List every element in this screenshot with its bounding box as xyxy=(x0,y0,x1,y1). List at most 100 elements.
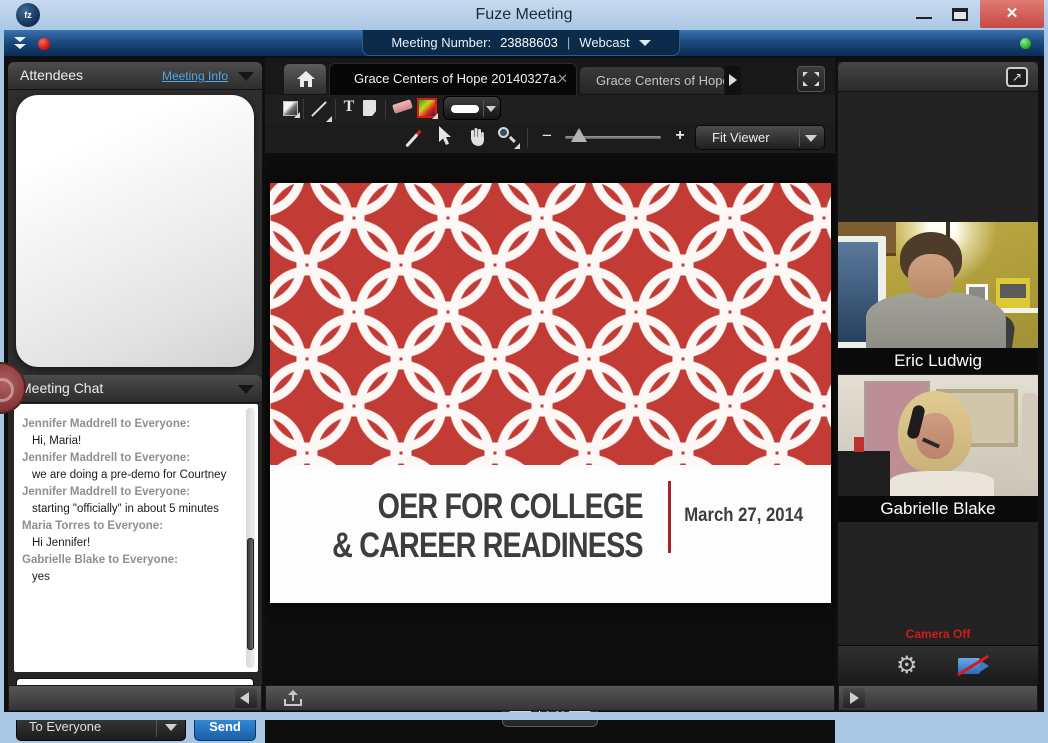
fit-viewer-value: Fit Viewer xyxy=(712,130,770,145)
chat-message: Maria Torres to Everyone: Hi Jennifer! xyxy=(22,518,236,552)
chat-scrollbar[interactable] xyxy=(246,408,255,668)
slide-title-block: OER FOR COLLEGE & CAREER READINESS March… xyxy=(270,465,831,603)
recipient-value: To Everyone xyxy=(29,719,101,734)
chat-text: yes xyxy=(22,569,236,586)
magnifier-handle xyxy=(509,136,516,143)
video-scene-element xyxy=(1022,393,1038,479)
thickness-sample xyxy=(451,105,479,113)
tab-document-1[interactable]: Grace Centers of Hope 20140327a. ✕ xyxy=(329,63,577,95)
presentation-slide: OER FOR COLLEGE & CAREER READINESS March… xyxy=(270,183,831,603)
viewer-toolbar: − + Fit Viewer xyxy=(265,123,835,153)
video-scene-person xyxy=(866,292,1006,348)
pan-hand-button[interactable] xyxy=(467,127,487,147)
left-sidebar: Attendees Meeting Info Meeting Chat Jenn… xyxy=(8,62,262,685)
chat-text: we are doing a pre-demo for Courtney xyxy=(22,467,236,484)
chat-sender: Maria Torres to Everyone: xyxy=(22,518,236,535)
slider-thumb[interactable] xyxy=(571,128,587,142)
zoom-slider[interactable] xyxy=(565,126,661,146)
meeting-info-link[interactable]: Meeting Info xyxy=(162,69,228,83)
settings-gear-icon[interactable]: ⚙ xyxy=(896,651,918,679)
select-cursor-button[interactable] xyxy=(437,126,455,148)
chat-scrollbar-thumb[interactable] xyxy=(247,538,254,650)
attendees-title: Attendees xyxy=(20,67,83,83)
zoom-in-button[interactable]: + xyxy=(673,126,687,146)
home-icon xyxy=(297,71,315,87)
tool-expand-icon xyxy=(294,112,300,118)
recording-indicator-icon xyxy=(38,38,50,50)
arrow-right-icon xyxy=(850,692,859,704)
toolbar-divider xyxy=(527,128,528,148)
slide-date: March 27, 2014 xyxy=(684,505,803,527)
chat-sender: Jennifer Maddrell to Everyone: xyxy=(22,450,236,467)
title-bar: Fuze Meeting fz ✕ xyxy=(0,0,1048,30)
fullscreen-button[interactable] xyxy=(797,66,825,92)
arrow-right-icon xyxy=(729,74,737,86)
zoom-out-button[interactable]: − xyxy=(540,126,554,146)
chat-sender: Jennifer Maddrell to Everyone: xyxy=(22,484,236,501)
tab-scroll-right-button[interactable] xyxy=(725,66,741,95)
tab-close-icon[interactable]: ✕ xyxy=(557,64,568,94)
document-tab-bar: Grace Centers of Hope 20140327a. ✕ Grace… xyxy=(265,62,835,95)
laser-pointer-button[interactable] xyxy=(403,127,425,149)
chat-text: starting "officially" in about 5 minutes xyxy=(22,501,236,518)
close-button[interactable]: ✕ xyxy=(980,0,1044,28)
tool-expand-icon xyxy=(326,116,332,122)
chat-message-list: Jennifer Maddrell to Everyone: Hi, Maria… xyxy=(22,416,236,586)
participant-name-gabrielle: Gabrielle Blake xyxy=(838,496,1038,522)
tab-document-2[interactable]: Grace Centers of Hope xyxy=(579,66,725,95)
expand-right-panel-button[interactable] xyxy=(843,688,865,708)
line-thickness-dropdown[interactable] xyxy=(443,96,501,120)
chat-message-area: Jennifer Maddrell to Everyone: Hi, Maria… xyxy=(14,404,258,672)
window-frame xyxy=(0,712,1048,720)
slide-viewer: OER FOR COLLEGE & CAREER READINESS March… xyxy=(265,153,835,743)
toolbar-divider xyxy=(385,99,386,119)
webcast-dropdown-icon[interactable] xyxy=(639,40,651,46)
color-picker-button[interactable] xyxy=(417,98,437,118)
fuze-logo-icon: fz xyxy=(16,3,40,27)
attendees-header: Attendees Meeting Info xyxy=(8,62,262,90)
collapse-chevrons-icon[interactable] xyxy=(14,37,26,51)
cursor-icon xyxy=(437,126,453,146)
video-scene-element xyxy=(854,437,864,452)
popout-button[interactable]: ↗ xyxy=(1006,67,1028,87)
right-panel-bottom-bar xyxy=(838,685,1038,711)
fit-viewer-dropdown[interactable]: Fit Viewer xyxy=(695,125,825,150)
eraser-tool-button[interactable] xyxy=(392,99,413,113)
upload-icon-tray xyxy=(284,699,302,706)
toolbar-divider xyxy=(303,99,304,119)
meeting-number-value: 23888603 xyxy=(500,35,558,50)
chevron-down-icon xyxy=(165,724,177,731)
video-scene-element xyxy=(1000,284,1026,298)
zoom-tool-button[interactable] xyxy=(497,126,517,146)
attendees-list-area xyxy=(8,90,262,375)
tab-label: Grace Centers of Hope 20140327a. xyxy=(354,71,560,86)
home-tab[interactable] xyxy=(283,63,327,95)
camera-toggle-button[interactable] xyxy=(956,655,992,677)
minimize-button[interactable] xyxy=(916,17,932,19)
video-scene-person xyxy=(908,254,954,298)
note-tool-button[interactable] xyxy=(363,100,376,116)
line-tool-button[interactable] xyxy=(309,99,329,119)
center-bottom-bar xyxy=(265,685,835,711)
collapse-left-panel-button[interactable] xyxy=(235,688,257,708)
dropdown-divider xyxy=(799,129,800,147)
upload-share-button[interactable] xyxy=(284,690,302,706)
tab-label: Grace Centers of Hope xyxy=(596,73,725,88)
maximize-button[interactable] xyxy=(952,8,968,21)
magnifier-icon xyxy=(498,127,509,138)
meeting-bar: Meeting Number: 23888603 | Webcast xyxy=(4,30,1044,58)
attendees-collapse-icon[interactable] xyxy=(238,72,254,81)
tool-expand-icon xyxy=(514,143,520,149)
shape-tool-button[interactable] xyxy=(283,101,298,116)
hand-icon xyxy=(467,127,487,147)
tool-expand-icon xyxy=(432,113,438,119)
chat-sender: Gabrielle Blake to Everyone: xyxy=(22,552,236,569)
video-feed-eric xyxy=(838,222,1038,348)
slide-title: OER FOR COLLEGE & CAREER READINESS xyxy=(332,487,643,565)
slide-title-line1: OER FOR COLLEGE xyxy=(332,487,643,526)
dropdown-divider xyxy=(483,100,484,117)
chat-collapse-icon[interactable] xyxy=(238,385,254,394)
video-feed-gabrielle xyxy=(838,375,1038,496)
webcast-label[interactable]: Webcast xyxy=(579,35,629,50)
text-tool-button[interactable]: T xyxy=(341,98,357,118)
